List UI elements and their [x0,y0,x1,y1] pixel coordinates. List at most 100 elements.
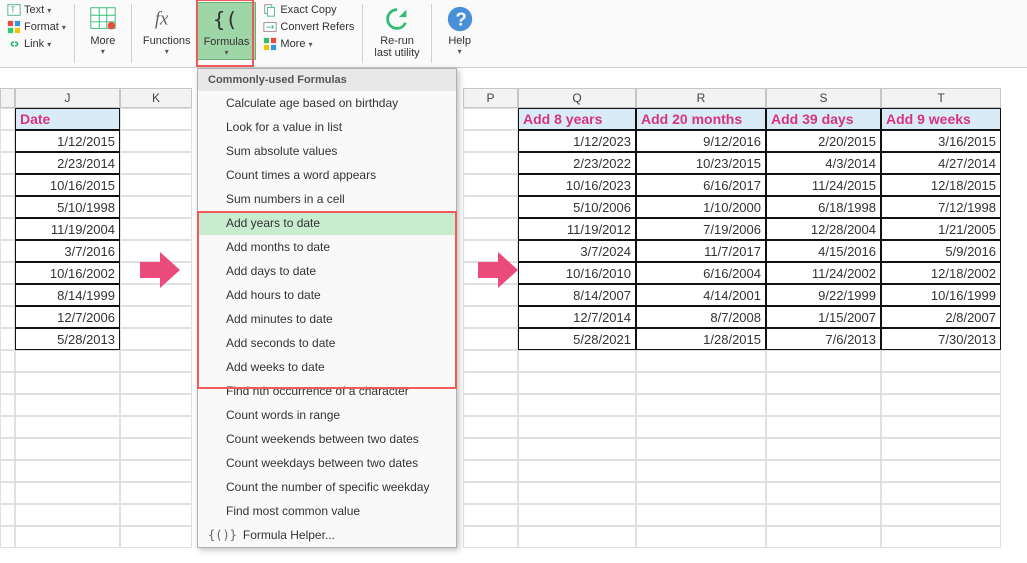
col-header-j[interactable]: J [15,88,120,108]
menu-item[interactable]: Count the number of specific weekday [198,475,456,499]
menu-item[interactable]: Count words in range [198,403,456,427]
row-header[interactable] [0,152,15,174]
cell[interactable]: 8/14/2007 [518,284,636,306]
menu-item[interactable]: Add hours to date [198,283,456,307]
cell[interactable] [15,350,120,372]
cell[interactable] [518,394,636,416]
more-button[interactable]: More ▾ [80,2,126,58]
cell[interactable]: 10/16/1999 [881,284,1001,306]
cell[interactable] [636,460,766,482]
cell[interactable]: 5/28/2021 [518,328,636,350]
cell[interactable] [766,526,881,548]
header-add-days[interactable]: Add 39 days [766,108,881,130]
header-add-months[interactable]: Add 20 months [636,108,766,130]
cell[interactable] [120,526,192,548]
cell[interactable]: 11/24/2015 [766,174,881,196]
cell[interactable] [463,394,518,416]
cell[interactable]: 10/16/2015 [15,174,120,196]
cell[interactable]: 9/12/2016 [636,130,766,152]
cell[interactable] [15,504,120,526]
cell[interactable]: 4/3/2014 [766,152,881,174]
cell[interactable] [766,350,881,372]
cell[interactable] [881,460,1001,482]
link-button[interactable]: Link▾ [4,36,69,52]
cell[interactable]: 11/24/2002 [766,262,881,284]
cell[interactable] [766,460,881,482]
cell[interactable] [636,372,766,394]
cell[interactable]: 12/28/2004 [766,218,881,240]
cell[interactable] [636,438,766,460]
menu-item[interactable]: Add days to date [198,259,456,283]
menu-item[interactable]: Count times a word appears [198,163,456,187]
row-header[interactable] [0,196,15,218]
cell[interactable] [120,372,192,394]
cell[interactable] [636,416,766,438]
cell[interactable] [463,372,518,394]
cell[interactable] [15,460,120,482]
cell[interactable] [463,174,518,196]
cell[interactable] [15,526,120,548]
col-header-p[interactable]: P [463,88,518,108]
row-header[interactable] [0,438,15,460]
cell[interactable]: 7/12/1998 [881,196,1001,218]
cell[interactable] [881,350,1001,372]
cell[interactable] [463,306,518,328]
cell[interactable] [518,350,636,372]
exact-copy-button[interactable]: Exact Copy [260,2,357,18]
cell[interactable]: 7/30/2013 [881,328,1001,350]
cell[interactable] [463,108,518,130]
cell[interactable]: 11/19/2012 [518,218,636,240]
cell[interactable]: 10/16/2002 [15,262,120,284]
cell[interactable]: 12/7/2006 [15,306,120,328]
cell[interactable] [463,130,518,152]
more2-button[interactable]: More▾ [260,36,357,52]
cell[interactable] [881,416,1001,438]
cell[interactable] [15,372,120,394]
menu-item[interactable]: Look for a value in list [198,115,456,139]
row-header[interactable] [0,416,15,438]
cell[interactable] [463,504,518,526]
cell[interactable] [636,482,766,504]
row-header[interactable] [0,262,15,284]
cell[interactable] [120,350,192,372]
cell[interactable]: 9/22/1999 [766,284,881,306]
cell[interactable] [15,482,120,504]
cell[interactable] [766,482,881,504]
cell[interactable] [518,372,636,394]
cell[interactable] [120,306,192,328]
cell[interactable]: 1/21/2005 [881,218,1001,240]
cell[interactable] [636,350,766,372]
row-header[interactable] [0,174,15,196]
cell[interactable] [463,460,518,482]
row-header[interactable] [0,240,15,262]
cell[interactable] [881,372,1001,394]
cell[interactable]: 1/28/2015 [636,328,766,350]
cell[interactable] [120,438,192,460]
menu-item[interactable]: Add months to date [198,235,456,259]
cell[interactable]: 2/20/2015 [766,130,881,152]
cell[interactable] [463,152,518,174]
cell[interactable] [518,526,636,548]
col-header-r[interactable]: R [636,88,766,108]
row-header[interactable] [0,108,15,130]
cell[interactable] [518,482,636,504]
cell[interactable] [881,394,1001,416]
cell[interactable] [636,504,766,526]
cell[interactable] [15,438,120,460]
menu-item[interactable]: Add minutes to date [198,307,456,331]
cell[interactable]: 1/10/2000 [636,196,766,218]
cell[interactable] [766,438,881,460]
cell[interactable]: 6/16/2004 [636,262,766,284]
cell[interactable] [636,526,766,548]
functions-button[interactable]: fx Functions ▾ [137,2,197,58]
cell[interactable] [120,174,192,196]
cell[interactable] [766,372,881,394]
menu-item[interactable]: Count weekdays between two dates [198,451,456,475]
text-button[interactable]: T Text▾ [4,2,69,18]
cell[interactable]: 10/16/2010 [518,262,636,284]
cell[interactable]: 6/16/2017 [636,174,766,196]
col-header-k[interactable]: K [120,88,192,108]
cell[interactable]: 2/8/2007 [881,306,1001,328]
help-button[interactable]: ? Help ▾ [437,2,483,58]
row-header[interactable] [0,482,15,504]
